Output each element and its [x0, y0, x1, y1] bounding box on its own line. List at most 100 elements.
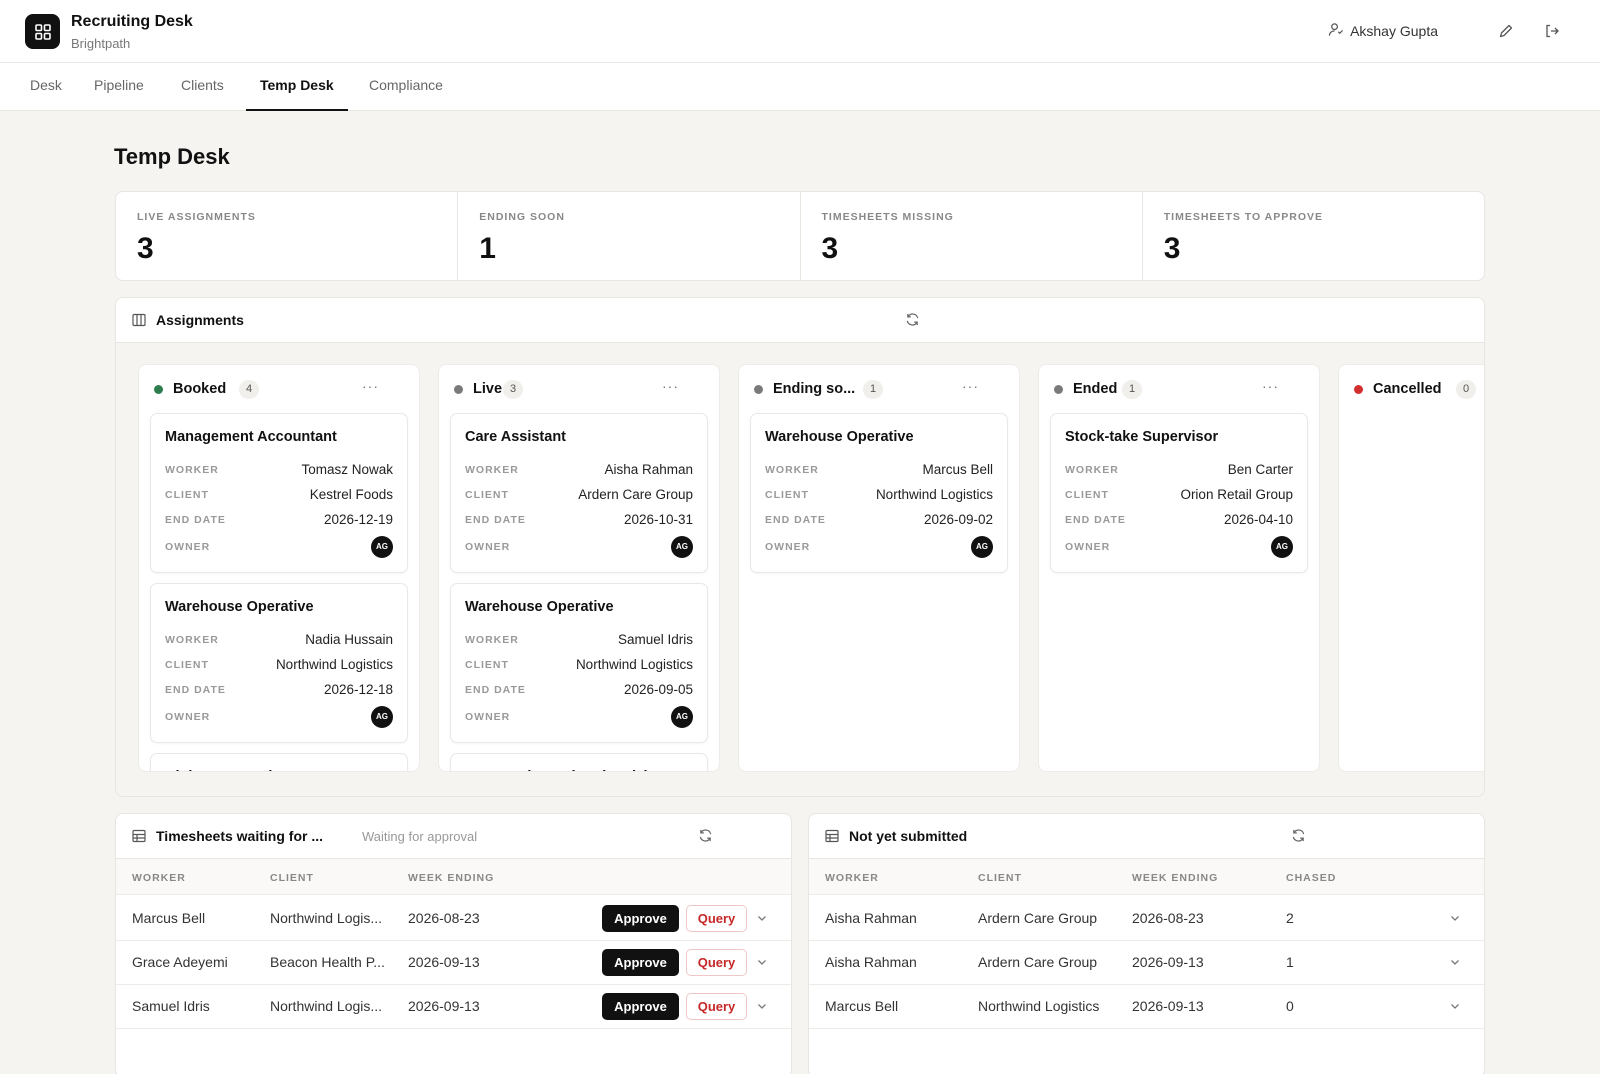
chevron-down-icon[interactable]: [1449, 911, 1461, 927]
assignment-card[interactable]: Warehouse Operative WORKER Marcus Bell CLIE…: [750, 413, 1008, 573]
card-field-worker: WORKER Ben Carter: [1065, 462, 1293, 480]
avatar[interactable]: AG: [671, 706, 693, 728]
approve-button[interactable]: Approve: [602, 905, 679, 932]
field-label: CLIENT: [765, 489, 809, 501]
avatar[interactable]: AG: [371, 706, 393, 728]
table-row: Aisha Rahman Ardern Care Group 2026-08-23 2: [809, 896, 1484, 941]
avatar[interactable]: AG: [371, 536, 393, 558]
kpi-label: LIVE ASSIGNMENTS: [137, 211, 256, 223]
column-name: Live: [473, 381, 503, 397]
cell-client: Northwind Logistics: [978, 998, 1100, 1014]
chevron-down-icon[interactable]: [756, 999, 768, 1015]
approve-button[interactable]: Approve: [602, 949, 679, 976]
card-title: Warehouse Operative: [465, 599, 614, 615]
avatar[interactable]: AG: [971, 536, 993, 558]
kpi-ending-soon: ENDING SOON 1: [458, 192, 801, 280]
avatar[interactable]: AG: [671, 536, 693, 558]
cell-week-ending: 2026-08-23: [408, 910, 480, 926]
more-icon[interactable]: ···: [962, 378, 979, 394]
not-submitted-header: Not yet submitted: [809, 814, 1484, 859]
logout-icon[interactable]: [1541, 20, 1563, 42]
kpi-value: 1: [479, 232, 496, 265]
pencil-icon[interactable]: [1495, 20, 1517, 42]
field-value: Northwind Logistics: [575, 657, 693, 672]
tab-clients[interactable]: Clients: [167, 63, 238, 111]
kpi-timesheets-to-approve: TIMESHEETS TO APPROVE 3: [1143, 192, 1484, 280]
tab-pipeline[interactable]: Pipeline: [80, 63, 158, 111]
tab-compliance[interactable]: Compliance: [355, 63, 457, 111]
page-title: Temp Desk: [114, 144, 230, 169]
assignment-card[interactable]: Stock-take Supervisor WORKER Ben Carter CLI…: [1050, 413, 1308, 573]
field-value: Ben Carter: [1227, 462, 1293, 477]
th-week-ending: WEEK ENDING: [408, 872, 495, 884]
field-value: 2026-04-10: [1223, 512, 1293, 527]
more-icon[interactable]: ···: [362, 378, 379, 394]
cell-week-ending: 2026-09-13: [408, 954, 480, 970]
refresh-icon[interactable]: [1291, 828, 1306, 846]
assignment-card[interactable]: Care Assistant WORKER Aisha Rahman CLIENT Ar…: [450, 413, 708, 573]
kanban-board: Booked 4 ··· Management Accountant WORKER Tom…: [116, 343, 1484, 796]
assignment-card[interactable]: Management Accountant WORKER Tomasz Nowak C…: [150, 413, 408, 573]
tab-temp-desk[interactable]: Temp Desk: [246, 63, 348, 111]
avatar[interactable]: AG: [1271, 536, 1293, 558]
user-menu[interactable]: Akshay Gupta: [1328, 22, 1438, 40]
main-nav: Desk Pipeline Clients Temp Desk Complian…: [0, 63, 1600, 111]
column-header: Live 3 ···: [439, 365, 719, 411]
field-label: WORKER: [465, 634, 519, 646]
more-icon[interactable]: ···: [662, 378, 679, 394]
refresh-icon[interactable]: [905, 312, 920, 330]
assignment-card[interactable]: Warehouse Operative WORKER Nadia Hussain CL…: [150, 583, 408, 743]
chevron-down-icon[interactable]: [756, 955, 768, 971]
field-value: Nadia Hussain: [305, 632, 393, 647]
card-field-client: CLIENT Orion Retail Group: [1065, 487, 1293, 505]
th-week-ending: WEEK ENDING: [1132, 872, 1219, 884]
field-label: WORKER: [165, 464, 219, 476]
tab-desk[interactable]: Desk: [16, 63, 76, 111]
card-field-client: CLIENT Kestrel Foods: [165, 487, 393, 505]
table-row: Samuel Idris Northwind Logis... 2026-09-13…: [116, 984, 791, 1029]
field-value: 2026-09-05: [623, 682, 693, 697]
chevron-down-icon[interactable]: [756, 911, 768, 927]
assignment-card[interactable]: Night Care Assistant: [150, 753, 408, 771]
column-header: Ended 1 ···: [1039, 365, 1319, 411]
app-subtitle: Brightpath: [71, 36, 131, 51]
field-label: END DATE: [465, 514, 526, 526]
table-header-row: WORKER CLIENT WEEK ENDING: [116, 859, 791, 895]
table-row: Marcus Bell Northwind Logistics 2026-09-13…: [809, 984, 1484, 1029]
refresh-icon[interactable]: [698, 828, 713, 846]
th-client: CLIENT: [270, 872, 314, 884]
cell-worker: Aisha Rahman: [825, 954, 917, 970]
kpi-row: LIVE ASSIGNMENTS 3 ENDING SOON 1 TIMESHE…: [115, 191, 1485, 281]
table-row: Marcus Bell Northwind Logis... 2026-08-23 A…: [116, 896, 791, 941]
query-button[interactable]: Query: [686, 905, 747, 932]
query-button[interactable]: Query: [686, 993, 747, 1020]
table-icon: [132, 829, 146, 846]
field-value: Northwind Logistics: [275, 657, 393, 672]
grid-icon[interactable]: [25, 14, 60, 49]
assignments-title: Assignments: [156, 312, 244, 328]
table-icon: [825, 829, 839, 846]
column-count: 1: [1122, 380, 1142, 399]
status-dot: [1054, 385, 1063, 394]
cell-chased: 0: [1286, 998, 1294, 1014]
field-label: OWNER: [1065, 541, 1111, 553]
cell-client: Ardern Care Group: [978, 954, 1098, 970]
card-field-worker: WORKER Marcus Bell: [765, 462, 993, 480]
more-icon[interactable]: ···: [1262, 378, 1279, 394]
field-value: Ardern Care Group: [578, 487, 693, 502]
card-field-end-date: END DATE 2026-04-10: [1065, 512, 1293, 530]
column-header: Ending so... 1 ···: [739, 365, 1019, 411]
assignment-card[interactable]: Warehouse Operative WORKER Samuel Idris CLI…: [450, 583, 708, 743]
card-field-worker: WORKER Nadia Hussain: [165, 632, 393, 650]
assignment-card[interactable]: Care Assistant (weekends): [450, 753, 708, 771]
column-count: 3: [503, 380, 523, 399]
field-label: END DATE: [465, 684, 526, 696]
chevron-down-icon[interactable]: [1449, 955, 1461, 971]
kpi-value: 3: [1163, 232, 1181, 265]
kanban-column: Ended 1 ··· Stock-take Supervisor WORKER Ben …: [1038, 364, 1320, 772]
query-button[interactable]: Query: [686, 949, 747, 976]
timesheets-approval-subtitle: Waiting for approval: [362, 829, 478, 844]
timesheets-approval-title: Timesheets waiting for ...: [156, 828, 324, 844]
approve-button[interactable]: Approve: [602, 993, 679, 1020]
chevron-down-icon[interactable]: [1449, 999, 1461, 1015]
